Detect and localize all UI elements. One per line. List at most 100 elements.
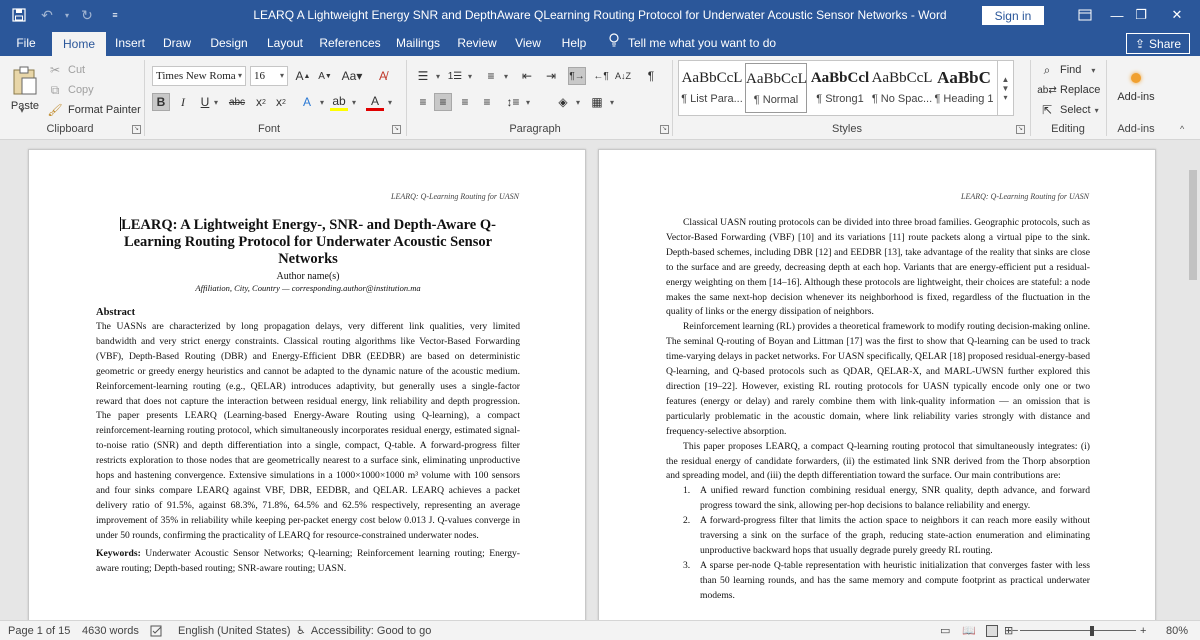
paste-button[interactable]: Paste: [6, 60, 44, 118]
line-spacing-button[interactable]: ↕≡ ▾: [504, 92, 530, 112]
font-launcher-icon[interactable]: ↘: [392, 125, 401, 134]
select-button[interactable]: ⇱ Select ▾: [1038, 100, 1099, 120]
tab-view[interactable]: View: [508, 30, 548, 56]
underline-button[interactable]: U: [196, 92, 214, 112]
status-bar: Page 1 of 15 4630 words English (United …: [0, 620, 1200, 640]
cut-button[interactable]: ✂ Cut: [46, 60, 85, 80]
style-list-paragraph[interactable]: AaBbCcL ¶ List Para...: [681, 63, 743, 113]
find-button[interactable]: ⌕ Find ▾: [1038, 60, 1096, 80]
style-no-spacing[interactable]: AaBbCcL ¶ No Spac...: [871, 63, 933, 113]
ltr-button[interactable]: ¶→: [568, 66, 586, 86]
language-indicator[interactable]: English (United States): [178, 621, 291, 640]
tab-insert[interactable]: Insert: [108, 30, 152, 56]
sign-in-button[interactable]: Sign in: [982, 6, 1044, 25]
zoom-in-icon[interactable]: +: [1140, 621, 1146, 640]
close-icon[interactable]: ✕: [1154, 0, 1200, 30]
scrollbar-thumb[interactable]: [1189, 170, 1197, 280]
paper-title[interactable]: LEARQ: A Lightweight Energy-, SNR- and D…: [96, 217, 520, 268]
text-effects-button[interactable]: A ▾: [298, 92, 324, 112]
style-heading-1[interactable]: AaBbC ¶ Heading 1: [933, 63, 995, 113]
clipboard-launcher-icon[interactable]: ↘: [132, 125, 141, 134]
bullets-button[interactable]: ☰ ▾: [414, 66, 440, 86]
align-right-button[interactable]: ≡: [456, 92, 474, 112]
tab-references[interactable]: References: [314, 30, 386, 56]
font-size-combo[interactable]: 16 ▾: [250, 66, 288, 86]
tab-mailings[interactable]: Mailings: [390, 30, 446, 56]
focus-mode-icon[interactable]: ▭: [940, 621, 950, 640]
underline-dropdown-icon[interactable]: ▾: [214, 98, 218, 107]
change-case-button[interactable]: Aa▾: [340, 66, 364, 86]
zoom-out-icon[interactable]: −: [1012, 621, 1018, 640]
tab-help[interactable]: Help: [556, 30, 592, 56]
chevron-down-icon: ▾: [576, 97, 581, 107]
page-2[interactable]: LEARQ: Q-Learning Routing for UASN Class…: [598, 149, 1156, 620]
chevron-up-icon[interactable]: ▲: [1002, 75, 1010, 84]
cut-label: Cut: [68, 64, 86, 76]
multilevel-list-button[interactable]: ≡ ▾: [482, 66, 508, 86]
redo-icon[interactable]: ↻: [74, 2, 100, 28]
copy-button[interactable]: ⧉ Copy: [46, 80, 94, 100]
more-styles-icon[interactable]: ▾: [1003, 93, 1007, 102]
styles-scroll[interactable]: ▲ ▼ ▾: [998, 60, 1014, 116]
numbering-button[interactable]: 1☰ ▾: [446, 66, 472, 86]
replace-button[interactable]: ab⇄ Replace: [1037, 80, 1100, 100]
clear-formatting-button[interactable]: A̸: [374, 66, 392, 86]
subscript-button[interactable]: x2: [252, 92, 270, 112]
bold-button[interactable]: B: [152, 92, 170, 112]
style-normal[interactable]: AaBbCcL ¶ Normal: [745, 63, 807, 113]
italic-button[interactable]: I: [174, 92, 192, 112]
add-ins-button[interactable]: Add-ins: [1112, 60, 1160, 116]
tell-me-box[interactable]: Tell me what you want to do: [608, 30, 776, 56]
paragraph-launcher-icon[interactable]: ↘: [660, 125, 669, 134]
rtl-button[interactable]: ←¶: [592, 66, 610, 86]
word-count[interactable]: 4630 words: [82, 621, 139, 640]
shrink-font-button[interactable]: A ▼: [316, 66, 334, 86]
page-1-content: LEARQ: A Lightweight Energy-, SNR- and D…: [96, 217, 520, 576]
shading-button[interactable]: ◈ ▾: [554, 92, 580, 112]
tab-home[interactable]: Home: [52, 32, 106, 56]
tab-file[interactable]: File: [8, 30, 44, 56]
tab-draw[interactable]: Draw: [156, 30, 198, 56]
tab-design[interactable]: Design: [202, 30, 256, 56]
highlight-button[interactable]: ab ▾: [330, 92, 356, 112]
tab-review[interactable]: Review: [452, 30, 502, 56]
format-painter-button[interactable]: 🖌 Format Painter: [46, 100, 140, 120]
zoom-level[interactable]: 80%: [1166, 621, 1188, 640]
styles-launcher-icon[interactable]: ↘: [1016, 125, 1025, 134]
undo-icon[interactable]: ↶: [34, 2, 60, 28]
grow-font-button[interactable]: A ▲: [294, 66, 312, 86]
list-item: 1. A unified reward function combining r…: [666, 484, 1090, 514]
borders-button[interactable]: ▦ ▾: [588, 92, 614, 112]
ribbon-tabs: File Home Insert Draw Design Layout Refe…: [0, 30, 1200, 56]
vertical-scrollbar[interactable]: [1186, 140, 1200, 620]
center-button[interactable]: ≡: [434, 92, 452, 112]
font-name-combo[interactable]: Times New Roma ▾: [152, 66, 246, 86]
zoom-slider-track[interactable]: [1020, 630, 1136, 631]
print-layout-icon[interactable]: [986, 621, 998, 640]
document-area[interactable]: LEARQ: Q-Learning Routing for UASN LEARQ…: [0, 140, 1200, 620]
paste-dropdown-icon[interactable]: ▾: [20, 106, 24, 115]
accessibility-status[interactable]: ♿ Accessibility: Good to go: [296, 621, 431, 640]
superscript-button[interactable]: x2: [272, 92, 290, 112]
zoom-slider-thumb[interactable]: [1090, 626, 1094, 636]
style-strong1[interactable]: AaBbCcl ¶ Strong1: [809, 63, 871, 113]
align-left-button[interactable]: ≡: [414, 92, 432, 112]
tab-layout[interactable]: Layout: [260, 30, 310, 56]
font-color-button[interactable]: A ▾: [366, 92, 392, 112]
share-button[interactable]: ⇪ Share: [1126, 33, 1190, 54]
proofing-icon[interactable]: [150, 621, 164, 640]
show-formatting-button[interactable]: ¶: [642, 66, 660, 86]
read-mode-icon[interactable]: 📖: [962, 621, 976, 640]
undo-dropdown-icon[interactable]: ▾: [62, 2, 72, 28]
sort-button[interactable]: A↓Z: [614, 66, 632, 86]
page-1[interactable]: LEARQ: Q-Learning Routing for UASN LEARQ…: [28, 149, 586, 620]
decrease-indent-button[interactable]: ⇤: [518, 66, 536, 86]
increase-indent-button[interactable]: ⇥: [542, 66, 560, 86]
customize-qat-icon[interactable]: ≡: [102, 2, 128, 28]
chevron-down-icon[interactable]: ▼: [1002, 84, 1010, 93]
page-count[interactable]: Page 1 of 15: [8, 621, 70, 640]
strikethrough-button[interactable]: abc: [226, 92, 248, 112]
save-icon[interactable]: [6, 2, 32, 28]
justify-button[interactable]: ≡: [478, 92, 496, 112]
collapse-ribbon-icon[interactable]: ^: [1180, 124, 1184, 134]
